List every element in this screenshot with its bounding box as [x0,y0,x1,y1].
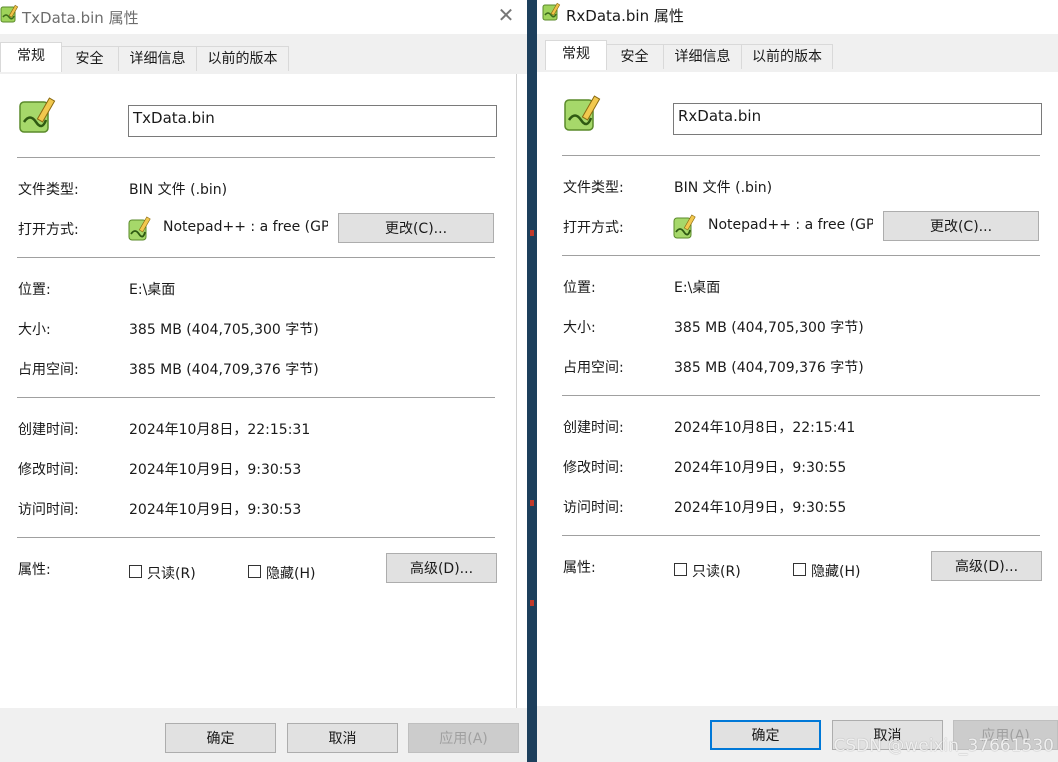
notepadplusplus-icon [0,4,20,24]
readonly-checkbox[interactable] [674,563,687,576]
modified-label: 修改时间: [563,460,624,476]
change-button[interactable]: 更改(C)... [338,213,494,243]
separator [17,397,495,398]
ok-button[interactable]: 确定 [165,723,276,753]
advanced-button[interactable]: 高级(D)... [931,551,1042,581]
file-type-label: 文件类型: [563,180,624,196]
tab-security[interactable]: 安全 [605,44,664,69]
file-type-value: BIN 文件 (.bin) [674,180,773,196]
size-value: 385 MB (404,705,300 字节) [129,322,319,338]
size-on-disk-label: 占用空间: [18,362,79,378]
file-type-label: 文件类型: [18,182,79,198]
desktop-fragment [530,230,534,236]
tab-details[interactable]: 详细信息 [663,44,742,69]
tab-details[interactable]: 详细信息 [118,46,197,71]
apply-button[interactable]: 应用(A) [408,723,519,753]
tab-general[interactable]: 常规 [0,42,62,72]
size-on-disk-value: 385 MB (404,709,376 字节) [129,362,319,378]
location-label: 位置: [18,282,51,298]
created-value: 2024年10月8日，22:15:31 [129,422,311,438]
modified-value: 2024年10月9日，9:30:53 [129,462,302,478]
file-type-value: BIN 文件 (.bin) [129,182,228,198]
properties-window-rxdata: RxData.bin 属性 常规 安全 详细信息 以前的版本 RxData.bi… [537,0,1058,762]
separator [17,257,495,258]
watermark: CSDN @weixin_37661530 [833,736,1054,756]
advanced-button[interactable]: 高级(D)... [386,553,497,583]
separator [562,395,1040,396]
notepadplusplus-file-icon [563,94,603,138]
window-title: RxData.bin 属性 [566,7,684,25]
properties-window-txdata: TxData.bin 属性 ✕ 常规 安全 详细信息 以前的版本 TxData.… [0,0,527,762]
size-label: 大小: [563,320,596,336]
location-value: E:\桌面 [129,282,176,298]
tab-security[interactable]: 安全 [60,46,119,71]
separator [17,537,495,538]
change-button[interactable]: 更改(C)... [883,211,1039,241]
attributes-label: 属性: [18,562,51,578]
separator [17,157,495,158]
separator [562,255,1040,256]
hidden-checkbox[interactable] [793,563,806,576]
accessed-label: 访问时间: [18,502,79,518]
open-with-app: Notepad++ : a free (GPL) source code edi… [163,219,328,235]
hidden-checkbox[interactable] [248,565,261,578]
separator [562,535,1040,536]
location-label: 位置: [563,280,596,296]
size-on-disk-label: 占用空间: [563,360,624,376]
location-value: E:\桌面 [674,280,721,296]
tab-strip: 常规 安全 详细信息 以前的版本 [537,34,1058,74]
tab-previous-versions[interactable]: 以前的版本 [196,46,289,71]
tab-strip: 常规 安全 详细信息 以前的版本 [0,34,527,74]
size-on-disk-value: 385 MB (404,709,376 字节) [674,360,864,376]
created-label: 创建时间: [563,420,624,436]
separator [562,155,1040,156]
general-panel: TxData.bin 文件类型: BIN 文件 (.bin) 打开方式: Not… [0,74,517,708]
window-title: TxData.bin 属性 [22,9,139,27]
button-bar: 确定 取消 应用(A) [0,708,527,762]
title-bar: RxData.bin 属性 [537,0,1058,32]
readonly-checkbox[interactable] [129,565,142,578]
modified-label: 修改时间: [18,462,79,478]
ok-button[interactable]: 确定 [710,720,821,750]
accessed-label: 访问时间: [563,500,624,516]
open-with-app: Notepad++ : a free (GPL) source code edi… [708,217,873,233]
tab-previous-versions[interactable]: 以前的版本 [741,44,833,69]
filename-field[interactable]: TxData.bin [128,105,497,137]
modified-value: 2024年10月9日，9:30:55 [674,460,847,476]
attributes-label: 属性: [563,560,596,576]
open-with-label: 打开方式: [563,220,624,236]
filename-field[interactable]: RxData.bin [673,103,1042,135]
size-label: 大小: [18,322,51,338]
created-value: 2024年10月8日，22:15:41 [674,420,856,436]
size-value: 385 MB (404,705,300 字节) [674,320,864,336]
desktop-gap [527,0,537,762]
hidden-label[interactable]: 隐藏(H) [811,561,860,581]
desktop-fragment [530,600,534,606]
readonly-label[interactable]: 只读(R) [147,563,196,583]
general-panel: RxData.bin 文件类型: BIN 文件 (.bin) 打开方式: Not… [537,72,1058,706]
accessed-value: 2024年10月9日，9:30:55 [674,500,847,516]
readonly-label[interactable]: 只读(R) [692,561,741,581]
hidden-label[interactable]: 隐藏(H) [266,563,315,583]
close-icon[interactable]: ✕ [495,4,517,26]
accessed-value: 2024年10月9日，9:30:53 [129,502,302,518]
cancel-button[interactable]: 取消 [287,723,398,753]
notepadplusplus-icon [128,216,152,246]
created-label: 创建时间: [18,422,79,438]
open-with-label: 打开方式: [18,222,79,238]
title-bar: TxData.bin 属性 ✕ [0,0,527,32]
desktop-fragment [530,500,534,506]
notepadplusplus-icon [542,2,562,22]
notepadplusplus-file-icon [18,96,58,140]
notepadplusplus-icon [673,214,697,244]
tab-general[interactable]: 常规 [545,40,607,70]
